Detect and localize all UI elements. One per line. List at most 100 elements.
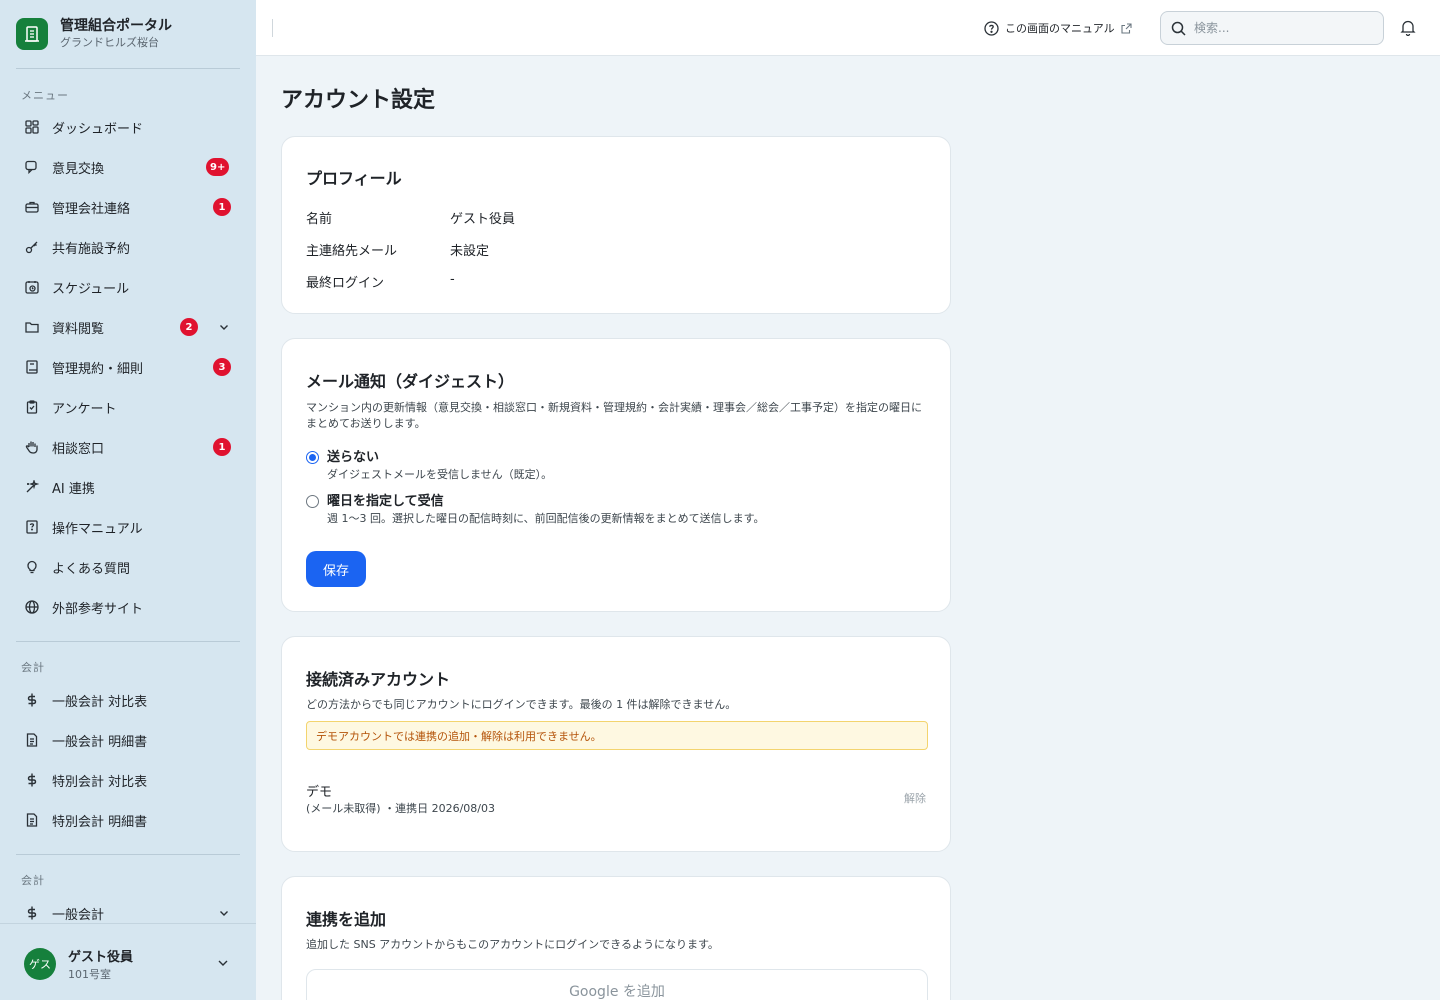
sidebar-item-facility-booking[interactable]: 共有施設予約	[16, 231, 240, 263]
sidebar-item-label: 一般会計 対比表	[52, 694, 148, 710]
sidebar-item-bylaws[interactable]: 管理規約・細則 3	[16, 351, 240, 383]
sidebar-item-manual[interactable]: 操作マニュアル	[16, 511, 240, 543]
bell-icon[interactable]	[1400, 19, 1416, 36]
sidebar-item-label: 資料閲覧	[52, 321, 105, 337]
accounting-section-label: 会計	[21, 874, 45, 887]
sidebar-item-label: 外部参考サイト	[52, 601, 144, 617]
sidebar-item-label: 一般会計 明細書	[52, 734, 148, 750]
notification-badge: 3	[213, 358, 231, 376]
sidebar-item-label: 一般会計	[52, 907, 105, 923]
topbar-separator	[272, 19, 273, 37]
notification-badge: 2	[180, 318, 198, 336]
add-link-card: 連携を追加 追加した SNS アカウントからもこのアカウントにログインできるよう…	[281, 876, 951, 1000]
topbar: この画面のマニュアル	[256, 0, 1440, 56]
profile-name-key: 名前	[306, 212, 333, 227]
avatar: ゲス	[24, 948, 56, 980]
notification-badge: 1	[213, 198, 231, 216]
search-input[interactable]	[1194, 21, 1374, 35]
sidebar-item-survey[interactable]: アンケート	[16, 391, 240, 423]
user-name: ゲスト役員	[68, 950, 134, 965]
sidebar-item-general-statement[interactable]: 一般会計 明細書	[16, 724, 240, 756]
search-icon	[1171, 21, 1186, 36]
chat-icon	[24, 159, 40, 175]
folder-icon	[24, 319, 40, 335]
sidebar-item-label: 特別会計 明細書	[52, 814, 148, 830]
profile-email-value: 未設定	[450, 244, 490, 259]
profile-title: プロフィール	[306, 169, 402, 188]
key-icon	[24, 239, 40, 255]
chevron-down-icon[interactable]	[216, 956, 230, 970]
sidebar-item-label: アンケート	[52, 401, 117, 417]
accounting-section-label: 会計	[21, 661, 45, 674]
dashboard-icon	[24, 119, 40, 135]
clipboard-icon	[24, 399, 40, 415]
add-link-description: 追加した SNS アカウントからもこのアカウントにログインできるようになります。	[306, 938, 719, 951]
sidebar-item-ai[interactable]: AI 連携	[16, 471, 240, 503]
sidebar-item-label: 相談窓口	[52, 441, 105, 457]
digest-description: マンション内の更新情報（意見交換・相談窓口・新規資料・管理規約・会計実績・理事会…	[306, 401, 922, 430]
dollar-icon	[24, 772, 40, 788]
page-title: アカウント設定	[281, 88, 436, 113]
notification-badge: 1	[213, 438, 231, 456]
screen-manual-link[interactable]: この画面のマニュアル	[984, 19, 1132, 37]
radio-button[interactable]	[306, 495, 319, 508]
brand[interactable]: 管理組合ポータル グランドヒルズ桜台	[16, 17, 172, 50]
sidebar-item-label: 特別会計 対比表	[52, 774, 148, 790]
digest-title: メール通知（ダイジェスト）	[306, 372, 515, 391]
add-google-button[interactable]: Google を追加	[306, 969, 928, 1000]
dollar-icon	[24, 692, 40, 708]
sidebar-item-label: 意見交換	[52, 161, 105, 177]
chevron-down-icon[interactable]	[216, 319, 232, 335]
user-room: 101号室	[68, 968, 111, 981]
radio-help: 週 1〜3 回。選択した曜日の配信時刻に、前回配信後の更新情報をまとめて送信しま…	[327, 512, 765, 525]
sidebar-item-label: 共有施設予約	[52, 241, 131, 257]
sidebar-item-dashboard[interactable]: ダッシュボード	[16, 111, 240, 143]
user-menu[interactable]: ゲス ゲスト役員 101号室	[0, 923, 256, 1000]
sidebar-item-label: AI 連携	[52, 481, 95, 497]
sidebar-item-special-statement[interactable]: 特別会計 明細書	[16, 804, 240, 836]
save-button[interactable]: 保存	[306, 551, 366, 587]
sparkle-icon	[24, 479, 40, 495]
profile-name-value: ゲスト役員	[450, 212, 516, 227]
profile-card: プロフィール 名前 ゲスト役員 主連絡先メール 未設定 最終ログイン -	[281, 136, 951, 314]
radio-help: ダイジェストメールを受信しません（既定）。	[327, 468, 553, 481]
sidebar-item-management-contact[interactable]: 管理会社連絡 1	[16, 191, 240, 223]
menu-section-label: メニュー	[21, 89, 69, 102]
lightbulb-icon	[24, 559, 40, 575]
radio-label: 曜日を指定して受信	[327, 494, 444, 509]
connected-accounts-card: 接続済みアカウント どの方法からでも同じアカウントにログインできます。最後の 1…	[281, 636, 951, 852]
chevron-down-icon[interactable]	[216, 905, 232, 921]
radio-label: 送らない	[327, 450, 380, 465]
dollar-icon	[24, 905, 40, 921]
connected-description: どの方法からでも同じアカウントにログインできます。最後の 1 件は解除できません…	[306, 698, 737, 711]
digest-option-weekday[interactable]: 曜日を指定して受信 週 1〜3 回。選択した曜日の配信時刻に、前回配信後の更新情…	[306, 493, 765, 527]
calendar-clock-icon	[24, 279, 40, 295]
connected-title: 接続済みアカウント	[306, 670, 451, 689]
sidebar-item-consultation[interactable]: 相談窓口 1	[16, 431, 240, 463]
search-box[interactable]	[1160, 11, 1384, 45]
sidebar-item-label: 管理会社連絡	[52, 201, 131, 217]
connected-account-meta: (メール未取得) ・連携日 2026/08/03	[306, 802, 495, 815]
radio-button[interactable]	[306, 451, 319, 464]
sidebar-divider	[16, 641, 240, 642]
sidebar-item-label: よくある質問	[52, 561, 131, 577]
sidebar-item-special-comparison[interactable]: 特別会計 対比表	[16, 764, 240, 796]
sidebar-item-general-comparison[interactable]: 一般会計 対比表	[16, 684, 240, 716]
screen-manual-label: この画面のマニュアル	[1005, 22, 1115, 35]
sidebar-divider	[16, 68, 240, 69]
sidebar-item-label: 操作マニュアル	[52, 521, 143, 537]
sidebar-item-discussion[interactable]: 意見交換 9+	[16, 151, 240, 183]
digest-card: メール通知（ダイジェスト） マンション内の更新情報（意見交換・相談窓口・新規資料…	[281, 338, 951, 612]
sidebar-item-documents[interactable]: 資料閲覧 2	[16, 311, 240, 343]
unlink-button[interactable]: 解除	[904, 790, 926, 806]
sidebar-item-schedule[interactable]: スケジュール	[16, 271, 240, 303]
manual-icon	[24, 519, 40, 535]
book-icon	[24, 359, 40, 375]
sidebar-item-label: 管理規約・細則	[52, 361, 144, 377]
hand-icon	[24, 439, 40, 455]
profile-last-login-value: -	[450, 272, 455, 287]
sidebar-item-external-sites[interactable]: 外部参考サイト	[16, 591, 240, 623]
digest-option-none[interactable]: 送らない ダイジェストメールを受信しません（既定）。	[306, 449, 552, 483]
sidebar-item-faq[interactable]: よくある質問	[16, 551, 240, 583]
add-link-title: 連携を追加	[306, 910, 387, 929]
